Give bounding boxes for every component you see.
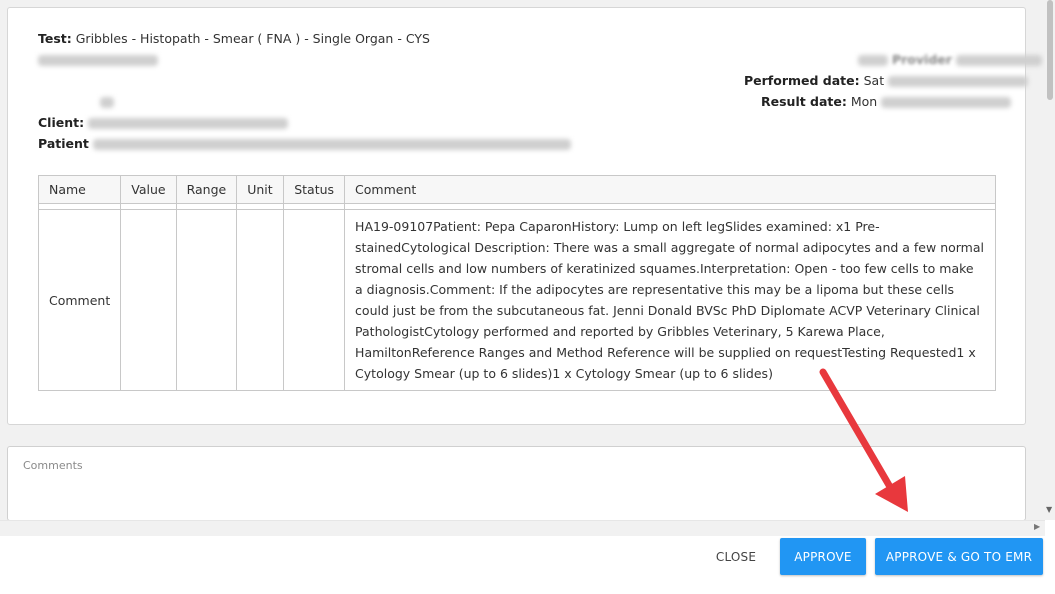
test-label: Test:	[38, 31, 72, 46]
redacted-line	[38, 52, 158, 68]
column-header-unit: Unit	[236, 175, 285, 204]
test-line: Test: Gribbles - Histopath - Smear ( FNA…	[38, 31, 430, 47]
column-header-value: Value	[120, 175, 177, 204]
client-label: Client:	[38, 115, 85, 130]
scrollbar-thumb[interactable]	[1047, 0, 1053, 100]
redacted-text	[888, 76, 1029, 87]
table-row: Comment HA19-09107Patient: Pepa CaparonH…	[37, 209, 996, 391]
cell-status	[283, 209, 346, 391]
cell-name: Comment	[37, 209, 122, 391]
approve-button[interactable]: APPROVE	[780, 538, 866, 575]
redacted-text	[88, 118, 289, 129]
cell-comment: HA19-09107Patient: Pepa CaparonHistory: …	[344, 209, 996, 391]
column-header-range: Range	[175, 175, 238, 204]
table-header-row: Name Value Range Unit Status Comment	[37, 175, 996, 204]
results-table: Name Value Range Unit Status Comment Com…	[37, 175, 996, 391]
performed-date-value: Sat	[863, 73, 885, 88]
dialog-footer: CLOSE APPROVE APPROVE & GO TO EMR	[0, 536, 1055, 594]
column-header-name: Name	[37, 175, 122, 204]
vertical-scrollbar[interactable]	[1045, 0, 1055, 520]
performed-date-label: Performed date:	[744, 73, 860, 88]
performed-date-line: Performed date: Sat	[744, 73, 1029, 89]
comments-box	[7, 446, 1026, 521]
close-button[interactable]: CLOSE	[703, 538, 769, 575]
comments-input[interactable]	[8, 447, 1025, 520]
redacted-text	[100, 97, 114, 108]
redacted-text	[858, 55, 888, 66]
test-value: Gribbles - Histopath - Smear ( FNA ) - S…	[75, 31, 430, 46]
result-card: Test: Gribbles - Histopath - Smear ( FNA…	[7, 7, 1042, 425]
provider-label: Provider	[891, 52, 952, 67]
patient-label: Patient	[38, 136, 89, 151]
cell-unit	[236, 209, 285, 391]
result-date-line: Result date: Mon	[761, 94, 1012, 110]
cell-range	[175, 209, 238, 391]
redacted-text	[955, 55, 1042, 66]
column-header-status: Status	[283, 175, 346, 204]
cell-value	[120, 209, 177, 391]
approve-and-go-to-emr-button[interactable]: APPROVE & GO TO EMR	[875, 538, 1043, 575]
provider-line: Provider	[858, 52, 1042, 68]
result-date-label: Result date:	[761, 94, 847, 109]
redacted-text	[38, 55, 158, 66]
column-header-comment: Comment	[344, 175, 996, 204]
client-line: Client:	[38, 115, 289, 131]
result-date-value: Mon	[850, 94, 878, 109]
scroll-right-icon[interactable]: ▶	[1034, 522, 1040, 531]
modal-scroll-area: Test: Gribbles - Histopath - Smear ( FNA…	[0, 0, 1055, 521]
redacted-line	[100, 94, 114, 110]
horizontal-scrollbar[interactable]	[0, 520, 1045, 536]
scroll-down-icon[interactable]: ▼	[1046, 505, 1052, 514]
redacted-text	[92, 139, 571, 150]
patient-line: Patient	[38, 136, 571, 152]
redacted-text	[881, 97, 1012, 108]
